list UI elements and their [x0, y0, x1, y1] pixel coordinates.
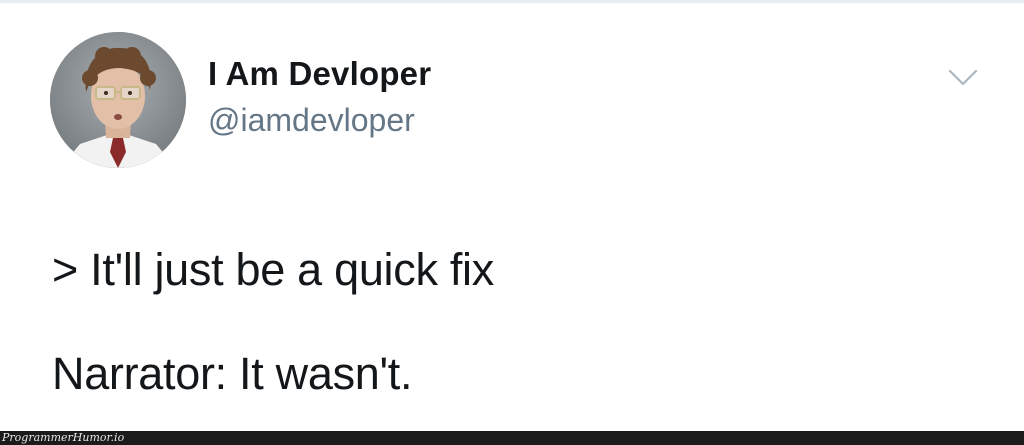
watermark-bar: ProgrammerHumor.io: [0, 431, 1024, 445]
tweet-text-line: > It'll just be a quick fix: [52, 244, 494, 295]
tweet-card: I Am Devloper @iamdevloper > It'll just …: [0, 0, 1024, 445]
user-handle[interactable]: @iamdevloper: [208, 102, 415, 139]
more-options-button[interactable]: [946, 64, 980, 92]
tweet-text-line: Narrator: It wasn't.: [52, 348, 413, 399]
display-name[interactable]: I Am Devloper: [208, 55, 431, 93]
top-divider: [0, 0, 1024, 3]
avatar-photo-icon: [50, 32, 186, 168]
avatar[interactable]: [50, 32, 186, 168]
watermark-text: ProgrammerHumor.io: [2, 431, 125, 444]
chevron-down-icon: [948, 69, 978, 86]
